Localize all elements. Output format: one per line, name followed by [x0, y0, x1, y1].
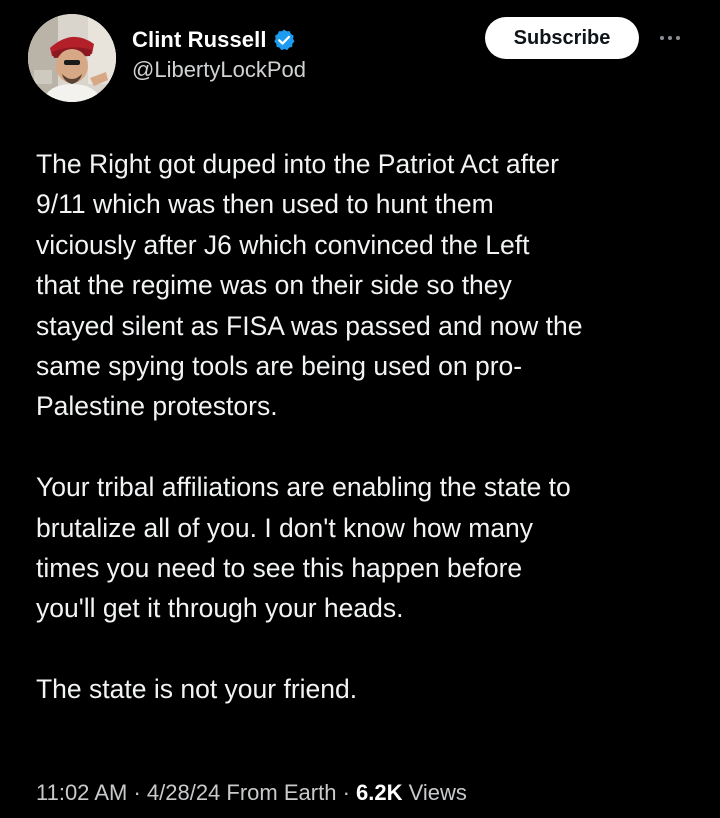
author-handle[interactable]: @LibertyLockPod — [132, 57, 306, 83]
tweet-paragraph: The state is not your friend. — [36, 674, 358, 705]
views-count[interactable]: 6.2K — [356, 780, 402, 805]
tweet-time[interactable]: 11:02 AM — [36, 780, 127, 805]
tweet-meta: 11:02 AM · 4/28/24 From Earth · 6.2K Vie… — [36, 780, 467, 806]
tweet-date[interactable]: 4/28/24 — [147, 780, 220, 805]
verified-badge-icon — [273, 29, 295, 51]
avatar[interactable] — [28, 14, 116, 102]
avatar-image — [28, 14, 116, 102]
author-identity: Clint Russell @LibertyLockPod — [132, 26, 306, 83]
more-dot — [660, 36, 664, 40]
meta-separator: · — [127, 780, 147, 805]
meta-separator: · — [336, 780, 357, 805]
name-row: Clint Russell — [132, 26, 306, 54]
subscribe-button[interactable]: Subscribe — [485, 17, 639, 59]
more-dot — [668, 36, 672, 40]
tweet-header: Clint Russell @LibertyLockPod Subscribe — [28, 14, 692, 104]
more-horizontal-icon[interactable] — [652, 26, 688, 50]
tweet-paragraph: Your tribal affiliations are enabling th… — [36, 472, 571, 624]
tweet: Clint Russell @LibertyLockPod Subscribe … — [0, 0, 720, 818]
tweet-paragraph: The Right got duped into the Patriot Act… — [36, 149, 583, 422]
views-label[interactable]: Views — [409, 780, 467, 805]
tweet-location: From Earth — [226, 780, 337, 805]
tweet-text: The Right got duped into the Patriot Act… — [36, 144, 698, 710]
more-dot — [676, 36, 680, 40]
author-name[interactable]: Clint Russell — [132, 27, 267, 53]
